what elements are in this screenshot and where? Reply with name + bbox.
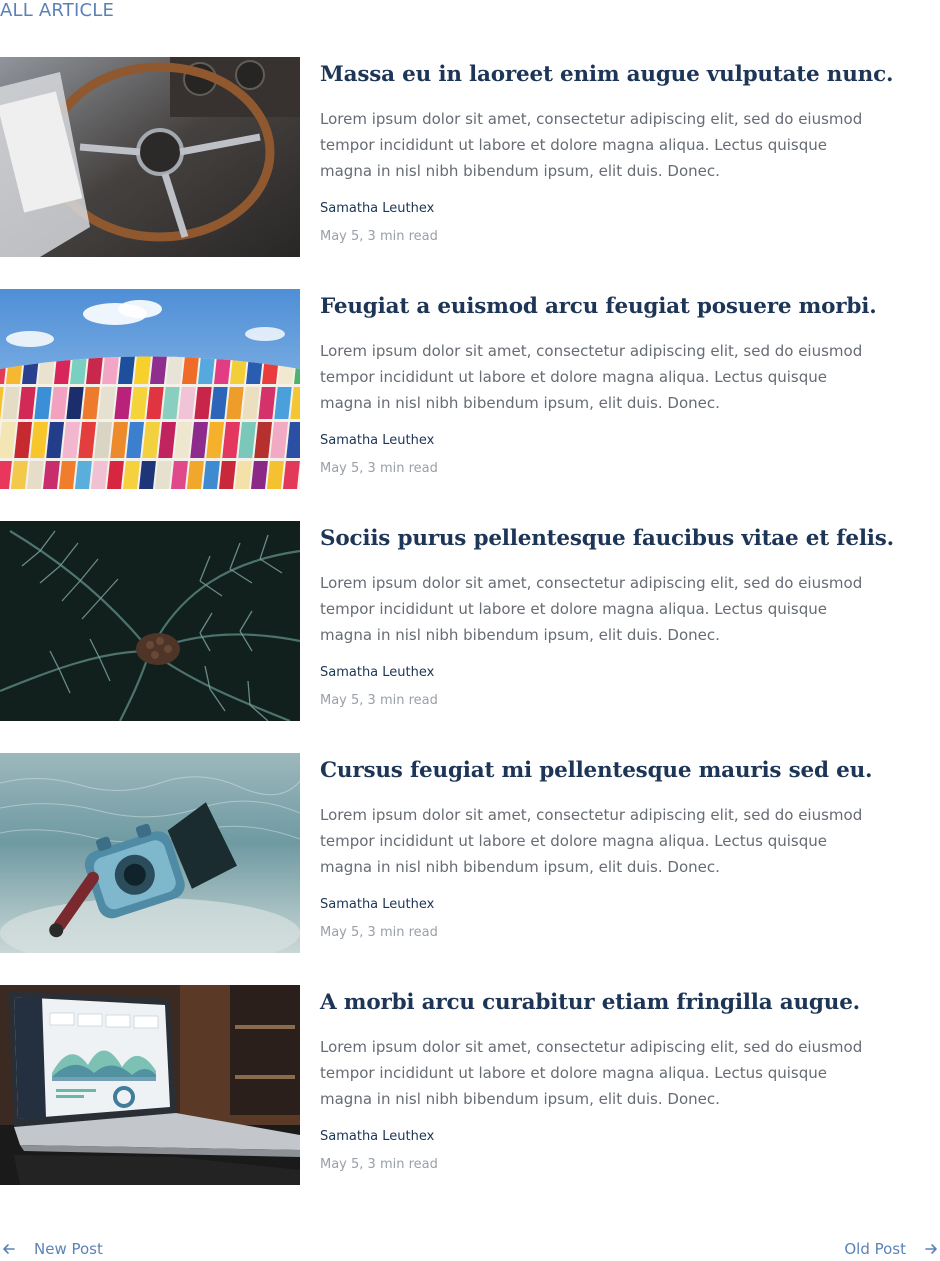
article-card: Massa eu in laoreet enim augue vulputate… bbox=[0, 57, 940, 257]
palm-leaves-image bbox=[0, 521, 300, 721]
article-excerpt: Lorem ipsum dolor sit amet, consectetur … bbox=[320, 342, 863, 412]
article-content: Cursus feugiat mi pellentesque mauris se… bbox=[320, 753, 920, 942]
article-card: Feugiat a euismod arcu feugiat posuere m… bbox=[0, 289, 940, 489]
article-thumbnail-palm-leaves[interactable] bbox=[0, 521, 300, 721]
new-post-label: New Post bbox=[34, 1240, 103, 1258]
article-title[interactable]: A morbi arcu curabitur etiam fringilla a… bbox=[320, 986, 920, 1020]
new-post-link[interactable]: New Post bbox=[2, 1238, 103, 1260]
article-meta: May 5, 3 min read bbox=[320, 1157, 438, 1172]
article-author[interactable]: Samatha Leuthex bbox=[320, 664, 920, 682]
arrow-left-icon bbox=[3, 1244, 15, 1254]
colorful-building-facade-image bbox=[0, 289, 300, 489]
underwater-camera-image bbox=[0, 753, 300, 953]
car-steering-wheel-image bbox=[0, 57, 300, 257]
article-title[interactable]: Sociis purus pellentesque faucibus vitae… bbox=[320, 522, 920, 556]
article-thumbnail-colorful-building-facade[interactable] bbox=[0, 289, 300, 489]
article-excerpt: Lorem ipsum dolor sit amet, consectetur … bbox=[320, 110, 863, 180]
arrow-right-icon bbox=[925, 1244, 937, 1254]
article-thumbnail-underwater-camera[interactable] bbox=[0, 753, 300, 953]
section-title: ALL ARTICLE bbox=[0, 0, 115, 21]
article-thumbnail-laptop-dashboard[interactable] bbox=[0, 985, 300, 1185]
article-meta: May 5, 3 min read bbox=[320, 925, 438, 940]
article-author[interactable]: Samatha Leuthex bbox=[320, 1128, 920, 1146]
old-post-label: Old Post bbox=[844, 1240, 906, 1258]
article-title[interactable]: Massa eu in laoreet enim augue vulputate… bbox=[320, 58, 920, 92]
article-card: A morbi arcu curabitur etiam fringilla a… bbox=[0, 985, 940, 1185]
article-content: Sociis purus pellentesque faucibus vitae… bbox=[320, 521, 920, 710]
pagination: New Post Old Post bbox=[0, 1238, 940, 1261]
article-excerpt: Lorem ipsum dolor sit amet, consectetur … bbox=[320, 806, 863, 876]
article-meta: May 5, 3 min read bbox=[320, 693, 438, 708]
article-excerpt: Lorem ipsum dolor sit amet, consectetur … bbox=[320, 574, 863, 644]
article-list: Massa eu in laoreet enim augue vulputate… bbox=[0, 57, 940, 1217]
article-title[interactable]: Feugiat a euismod arcu feugiat posuere m… bbox=[320, 290, 920, 324]
article-thumbnail-car-steering-wheel[interactable] bbox=[0, 57, 300, 257]
article-meta: May 5, 3 min read bbox=[320, 461, 438, 476]
article-author[interactable]: Samatha Leuthex bbox=[320, 432, 920, 450]
article-author[interactable]: Samatha Leuthex bbox=[320, 896, 920, 914]
article-excerpt: Lorem ipsum dolor sit amet, consectetur … bbox=[320, 1038, 863, 1108]
article-content: Feugiat a euismod arcu feugiat posuere m… bbox=[320, 289, 920, 478]
article-meta: May 5, 3 min read bbox=[320, 229, 438, 244]
article-card: Sociis purus pellentesque faucibus vitae… bbox=[0, 521, 940, 721]
old-post-link[interactable]: Old Post bbox=[844, 1238, 938, 1260]
laptop-dashboard-image bbox=[0, 985, 300, 1185]
article-content: A morbi arcu curabitur etiam fringilla a… bbox=[320, 985, 920, 1174]
article-title[interactable]: Cursus feugiat mi pellentesque mauris se… bbox=[320, 754, 920, 788]
article-card: Cursus feugiat mi pellentesque mauris se… bbox=[0, 753, 940, 953]
article-author[interactable]: Samatha Leuthex bbox=[320, 200, 920, 218]
article-content: Massa eu in laoreet enim augue vulputate… bbox=[320, 57, 920, 246]
